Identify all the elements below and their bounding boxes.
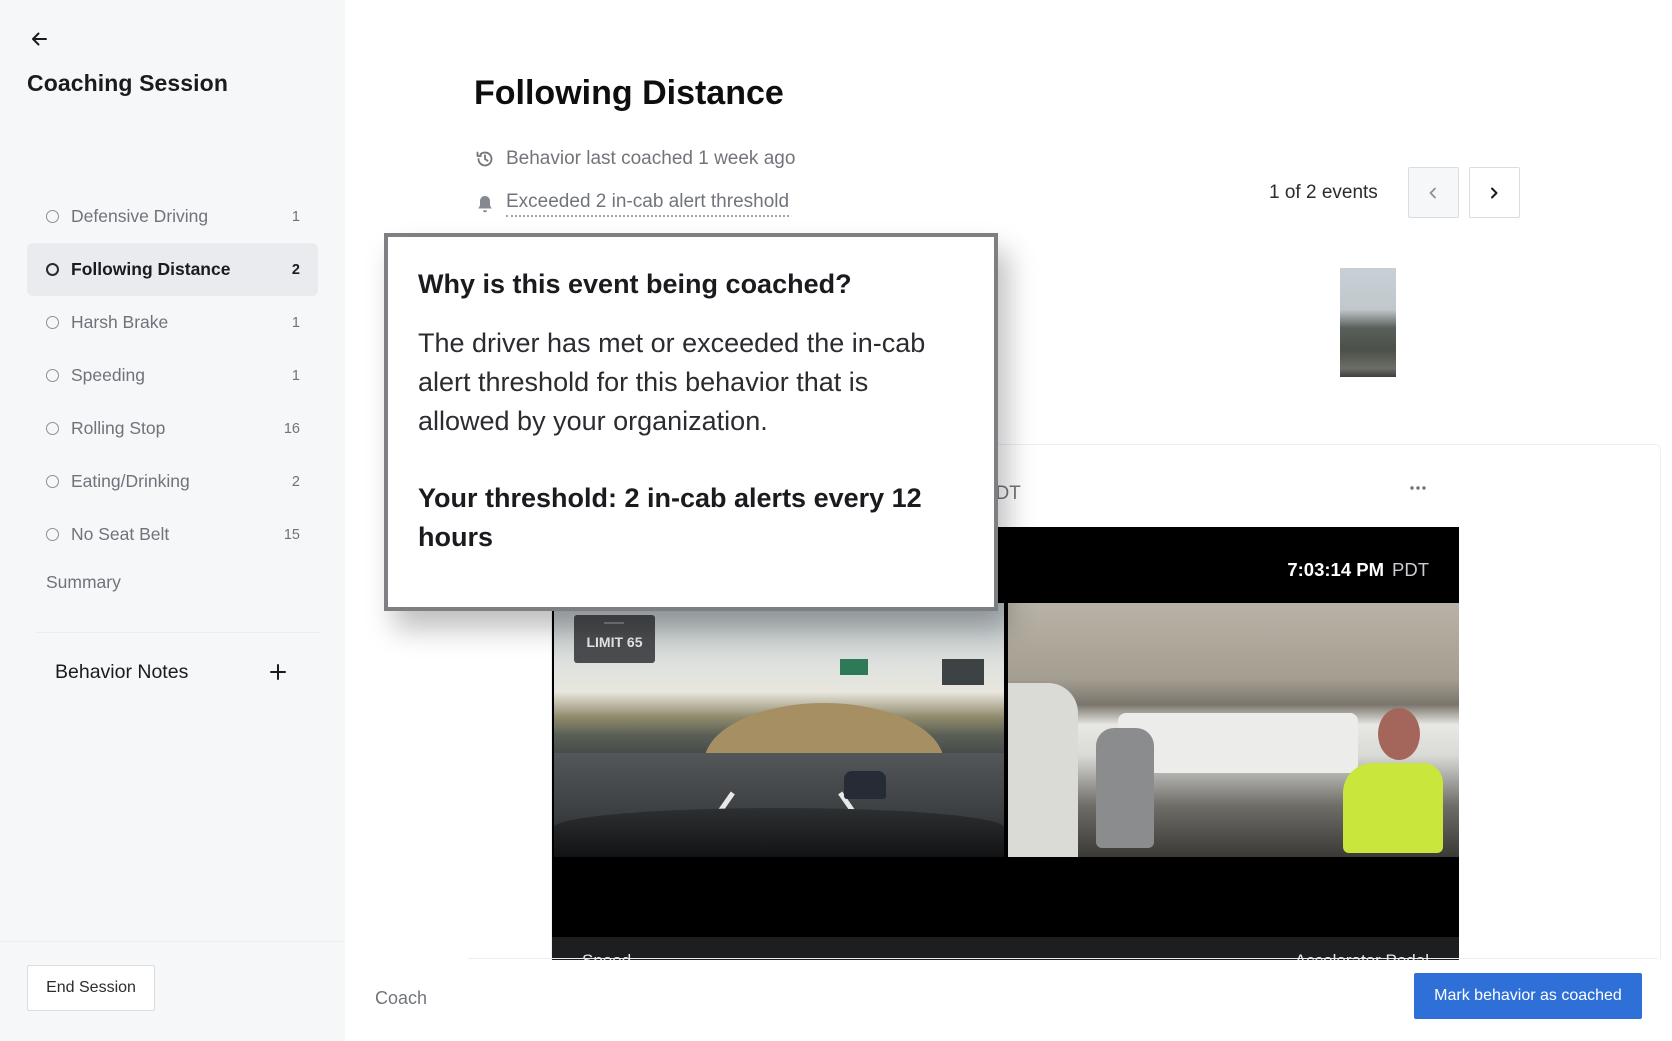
footer-divider <box>468 958 1658 959</box>
status-circle-icon <box>46 475 59 488</box>
behavior-label: Defensive Driving <box>71 206 209 226</box>
video-timezone: PDT <box>1392 559 1429 580</box>
behavior-label: Rolling Stop <box>71 418 166 438</box>
scene-passenger-seat <box>1096 728 1154 848</box>
status-circle-icon <box>46 528 59 541</box>
scene-highway-sign <box>840 659 868 675</box>
video-timestamp: 7:03:14 PM PDT <box>1287 559 1429 581</box>
summary-link[interactable]: Summary <box>46 572 121 593</box>
previous-event-button[interactable] <box>1407 167 1459 218</box>
behavior-item-eating-drinking[interactable]: Eating/Drinking 2 <box>27 455 318 508</box>
event-pager: 1 of 2 events <box>1269 167 1520 218</box>
behavior-item-following-distance[interactable]: Following Distance 2 <box>27 243 318 296</box>
behavior-label: Following Distance <box>71 259 231 279</box>
behavior-item-rolling-stop[interactable]: Rolling Stop 16 <box>27 402 318 455</box>
sidebar: Coaching Session Defensive Driving 1 Fol… <box>0 0 345 1041</box>
status-circle-icon <box>46 422 59 435</box>
popover-threshold: Your threshold: 2 in-cab alerts every 12… <box>418 483 922 552</box>
threshold-row: Exceeded 2 in-cab alert threshold <box>474 191 790 217</box>
coach-label: Coach <box>375 988 428 1008</box>
chevron-right-icon <box>1491 187 1498 198</box>
behavior-count: 2 <box>291 261 300 278</box>
sidebar-divider <box>35 632 320 633</box>
threshold-popover: Why is this event being coached? The dri… <box>384 233 998 611</box>
popover-title: Why is this event being coached? <box>418 269 852 299</box>
sidebar-footer-divider <box>0 941 345 942</box>
inward-camera-feed <box>1008 603 1459 857</box>
mark-coached-button[interactable]: Mark behavior as coached <box>1414 973 1642 1019</box>
forward-camera-feed: LIMIT 65 <box>554 603 1004 857</box>
plus-icon <box>270 664 286 680</box>
behavior-count: 1 <box>291 208 300 225</box>
next-event-button[interactable] <box>1468 167 1520 218</box>
history-icon <box>474 148 496 170</box>
behavior-item-no-seat-belt[interactable]: No Seat Belt 15 <box>27 508 318 561</box>
end-session-button[interactable]: End Session <box>27 965 155 1011</box>
telemetry-bar: Speed Accelerator Pedal <box>552 937 1459 960</box>
popover-body: The driver has met or exceeded the in-ca… <box>418 328 926 436</box>
behavior-notes-title: Behavior Notes <box>55 660 189 683</box>
threshold-link[interactable]: Exceeded 2 in-cab alert threshold <box>506 191 790 217</box>
behavior-count: 1 <box>291 314 300 331</box>
scene-lead-vehicle <box>844 771 886 799</box>
arrow-left-icon <box>32 32 47 46</box>
back-button[interactable] <box>26 26 52 52</box>
ellipsis-icon <box>1410 486 1426 490</box>
bell-icon <box>474 193 496 215</box>
scene-rear-window <box>1118 713 1358 773</box>
behavior-item-harsh-brake[interactable]: Harsh Brake 1 <box>27 296 318 349</box>
scene-door <box>1008 683 1078 857</box>
behavior-label: Harsh Brake <box>71 312 169 332</box>
last-coached-text: Behavior last coached 1 week ago <box>506 148 796 169</box>
scene-billboard <box>942 659 984 685</box>
behavior-label: Speeding <box>71 365 145 385</box>
status-circle-icon <box>46 316 59 329</box>
session-title: Coaching Session <box>27 70 228 96</box>
scene-driver <box>1343 763 1443 853</box>
speed-limit-badge: LIMIT 65 <box>574 615 655 663</box>
behavior-count: 16 <box>283 420 300 437</box>
add-note-button[interactable] <box>266 660 290 684</box>
more-options-button[interactable] <box>1398 474 1438 502</box>
behavior-count: 1 <box>291 367 300 384</box>
status-circle-icon <box>46 369 59 382</box>
scene-driver-head <box>1378 708 1420 760</box>
behavior-item-speeding[interactable]: Speeding 1 <box>27 349 318 402</box>
event-count-text: 1 of 2 events <box>1269 181 1378 203</box>
chevron-left-icon <box>1429 187 1437 198</box>
behavior-list: Defensive Driving 1 Following Distance 2… <box>27 190 318 561</box>
video-time: 7:03:14 PM <box>1287 559 1384 580</box>
behavior-count: 15 <box>283 526 300 543</box>
event-thumbnail[interactable] <box>1340 268 1396 377</box>
last-coached-row: Behavior last coached 1 week ago <box>474 148 795 170</box>
status-circle-icon <box>46 210 59 223</box>
behavior-notes-header: Behavior Notes <box>55 660 290 684</box>
behavior-count: 2 <box>291 473 300 490</box>
behavior-label: No Seat Belt <box>71 524 170 544</box>
behavior-item-defensive-driving[interactable]: Defensive Driving 1 <box>27 190 318 243</box>
scene-truck-hood <box>554 808 1004 857</box>
behavior-label: Eating/Drinking <box>71 471 190 491</box>
behavior-title: Following Distance <box>474 74 784 112</box>
status-circle-icon <box>46 263 59 276</box>
